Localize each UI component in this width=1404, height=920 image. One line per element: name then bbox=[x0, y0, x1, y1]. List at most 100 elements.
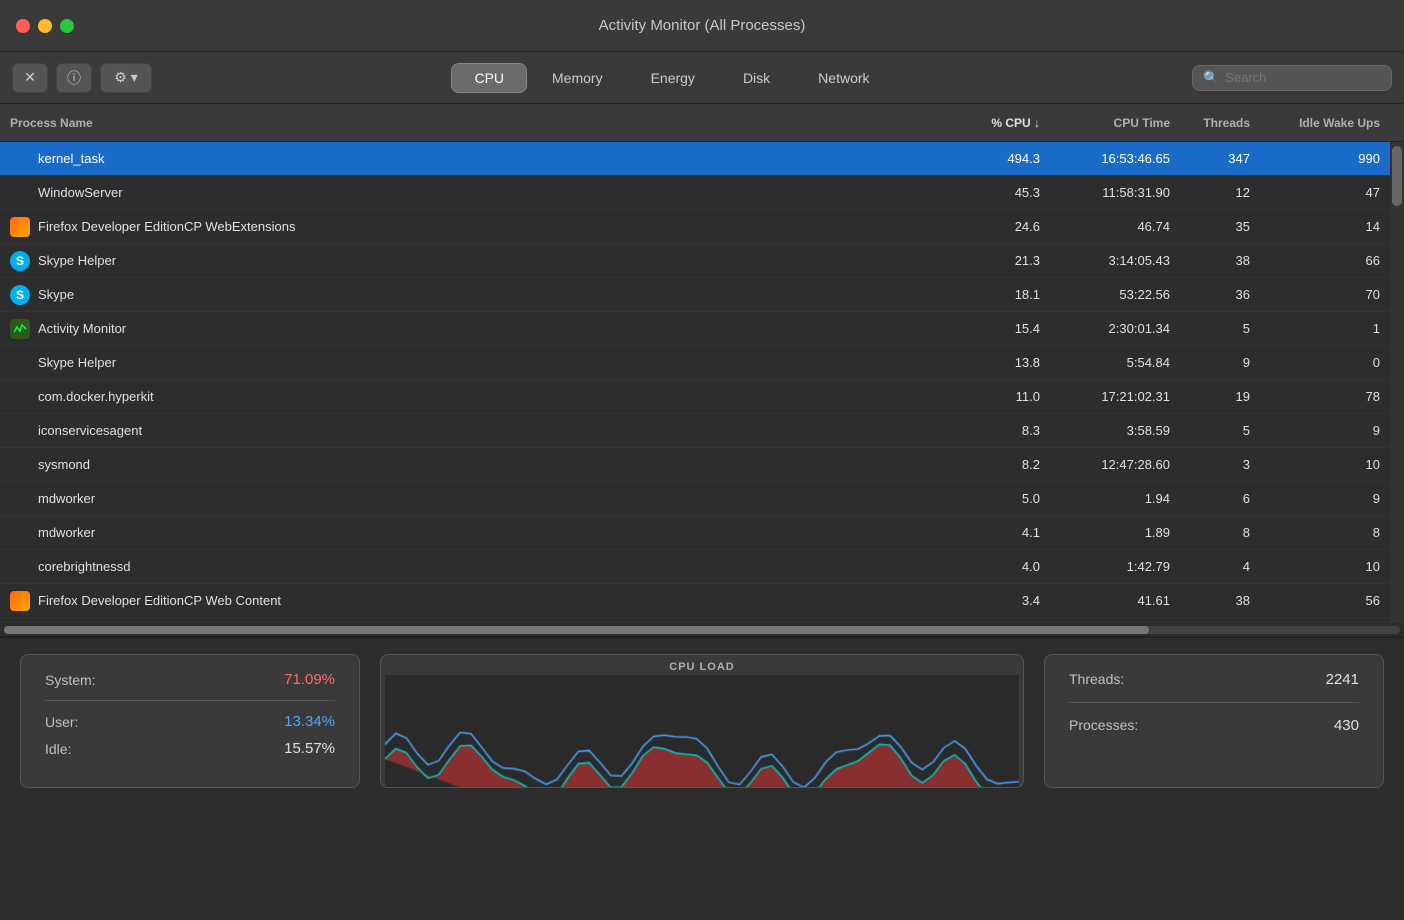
threads-stat-row: Threads: 2241 bbox=[1069, 671, 1359, 688]
cell-threads: 19 bbox=[1170, 389, 1250, 404]
cell-cputime: 1.89 bbox=[1040, 525, 1170, 540]
window-title: Activity Monitor (All Processes) bbox=[599, 17, 806, 34]
cell-idlewake: 78 bbox=[1250, 389, 1380, 404]
cell-cpu: 4.1 bbox=[930, 525, 1040, 540]
table-row[interactable]: kernel_task 494.3 16:53:46.65 347 990 bbox=[0, 142, 1390, 176]
cpu-chart-canvas bbox=[385, 675, 1019, 788]
tab-disk[interactable]: Disk bbox=[720, 63, 793, 93]
threads-label: Threads: bbox=[1069, 671, 1124, 688]
table-row[interactable]: Firefox Developer EditionCP WebExtension… bbox=[0, 210, 1390, 244]
cell-name: S Skype bbox=[10, 285, 930, 305]
minimize-button[interactable] bbox=[38, 19, 52, 33]
table-row[interactable]: S Skype 18.1 53:22.56 36 70 bbox=[0, 278, 1390, 312]
cell-cputime: 1.94 bbox=[1040, 491, 1170, 506]
tab-network[interactable]: Network bbox=[795, 63, 892, 93]
cell-cpu: 24.6 bbox=[930, 219, 1040, 234]
cell-threads: 8 bbox=[1170, 525, 1250, 540]
firefox-icon bbox=[10, 591, 30, 611]
maximize-button[interactable] bbox=[60, 19, 74, 33]
table-row[interactable]: Firefox Developer EditionCP Web Content … bbox=[0, 584, 1390, 618]
cell-idlewake: 56 bbox=[1250, 593, 1380, 608]
cell-cpu: 5.0 bbox=[930, 491, 1040, 506]
vertical-scrollbar[interactable] bbox=[1390, 142, 1404, 622]
generic-icon bbox=[10, 489, 30, 509]
column-header-cputime[interactable]: CPU Time bbox=[1040, 116, 1170, 130]
horizontal-scrollbar[interactable] bbox=[0, 622, 1404, 636]
table-row[interactable]: mdworker 5.0 1.94 6 9 bbox=[0, 482, 1390, 516]
cell-cputime: 11:58:31.90 bbox=[1040, 185, 1170, 200]
scrollbar-thumb-h bbox=[4, 626, 1149, 634]
generic-icon bbox=[10, 353, 30, 373]
column-header-name[interactable]: Process Name bbox=[10, 116, 930, 130]
cell-idlewake: 14 bbox=[1250, 219, 1380, 234]
search-box[interactable]: 🔍 bbox=[1192, 65, 1392, 91]
cell-name: corebrightnessd bbox=[10, 557, 930, 577]
search-input[interactable] bbox=[1225, 70, 1375, 85]
cell-cpu: 15.4 bbox=[930, 321, 1040, 336]
info-button[interactable]: ⓘ bbox=[56, 63, 92, 93]
user-label: User: bbox=[45, 714, 78, 730]
tab-cpu[interactable]: CPU bbox=[451, 63, 527, 93]
cell-threads: 35 bbox=[1170, 219, 1250, 234]
cell-cputime: 41.61 bbox=[1040, 593, 1170, 608]
table-row[interactable]: S Skype Helper 21.3 3:14:05.43 38 66 bbox=[0, 244, 1390, 278]
column-header-cpu[interactable]: % CPU ↓ bbox=[930, 116, 1040, 130]
cell-idlewake: 9 bbox=[1250, 423, 1380, 438]
table-row[interactable]: WindowServer 45.3 11:58:31.90 12 47 bbox=[0, 176, 1390, 210]
cell-cputime: 2:30:01.34 bbox=[1040, 321, 1170, 336]
table-row[interactable]: sysmond 8.2 12:47:28.60 3 10 bbox=[0, 448, 1390, 482]
generic-icon bbox=[10, 455, 30, 475]
table-row[interactable]: corebrightnessd 4.0 1:42.79 4 10 bbox=[0, 550, 1390, 584]
stat-divider-2 bbox=[1069, 702, 1359, 703]
title-bar: Activity Monitor (All Processes) bbox=[0, 0, 1404, 52]
table-row[interactable]: com.docker.hyperkit 11.0 17:21:02.31 19 … bbox=[0, 380, 1390, 414]
column-header-idlewake[interactable]: Idle Wake Ups bbox=[1250, 116, 1380, 130]
user-stat-row: User: 13.34% bbox=[45, 713, 335, 730]
cell-idlewake: 8 bbox=[1250, 525, 1380, 540]
generic-icon bbox=[10, 557, 30, 577]
cell-idlewake: 990 bbox=[1250, 151, 1380, 166]
cell-threads: 9 bbox=[1170, 355, 1250, 370]
gear-button[interactable]: ⚙ ▾ bbox=[100, 63, 152, 93]
cell-name: mdworker bbox=[10, 489, 930, 509]
cell-cputime: 1:42.79 bbox=[1040, 559, 1170, 574]
cell-name: S Skype Helper bbox=[10, 251, 930, 271]
close-button[interactable] bbox=[16, 19, 30, 33]
cell-cputime: 46.74 bbox=[1040, 219, 1170, 234]
table-body[interactable]: kernel_task 494.3 16:53:46.65 347 990 Wi… bbox=[0, 142, 1390, 622]
cell-name: iconservicesagent bbox=[10, 421, 930, 441]
tab-memory[interactable]: Memory bbox=[529, 63, 626, 93]
stat-divider-1 bbox=[45, 700, 335, 701]
cpu-load-chart: CPU LOAD bbox=[380, 654, 1024, 788]
cell-threads: 3 bbox=[1170, 457, 1250, 472]
tab-energy[interactable]: Energy bbox=[628, 63, 718, 93]
window-controls bbox=[16, 19, 74, 33]
table-row[interactable]: Skype Helper 13.8 5:54.84 9 0 bbox=[0, 346, 1390, 380]
table-row[interactable]: Activity Monitor 15.4 2:30:01.34 5 1 bbox=[0, 312, 1390, 346]
table-row[interactable]: iconservicesagent 8.3 3:58.59 5 9 bbox=[0, 414, 1390, 448]
cell-cpu: 21.3 bbox=[930, 253, 1040, 268]
cell-threads: 5 bbox=[1170, 321, 1250, 336]
system-value: 71.09% bbox=[284, 671, 335, 688]
search-icon: 🔍 bbox=[1203, 70, 1219, 86]
cell-name: WindowServer bbox=[10, 183, 930, 203]
x-icon: ✕ bbox=[24, 69, 36, 86]
cell-idlewake: 66 bbox=[1250, 253, 1380, 268]
chevron-down-icon: ▾ bbox=[131, 69, 138, 86]
cell-cpu: 3.4 bbox=[930, 593, 1040, 608]
info-icon: ⓘ bbox=[67, 68, 81, 88]
scrollbar-track bbox=[4, 626, 1400, 634]
cell-threads: 6 bbox=[1170, 491, 1250, 506]
cell-idlewake: 0 bbox=[1250, 355, 1380, 370]
cell-name: mdworker bbox=[10, 523, 930, 543]
cell-name: Firefox Developer EditionCP Web Content bbox=[10, 591, 930, 611]
chart-area bbox=[381, 675, 1023, 788]
generic-icon bbox=[10, 183, 30, 203]
table-row[interactable]: mdworker 4.1 1.89 8 8 bbox=[0, 516, 1390, 550]
scrollbar-thumb[interactable] bbox=[1392, 146, 1402, 206]
processes-stat-row: Processes: 430 bbox=[1069, 717, 1359, 734]
close-x-button[interactable]: ✕ bbox=[12, 63, 48, 93]
column-header-threads[interactable]: Threads bbox=[1170, 116, 1250, 130]
user-value: 13.34% bbox=[284, 713, 335, 730]
skype-icon: S bbox=[10, 285, 30, 305]
